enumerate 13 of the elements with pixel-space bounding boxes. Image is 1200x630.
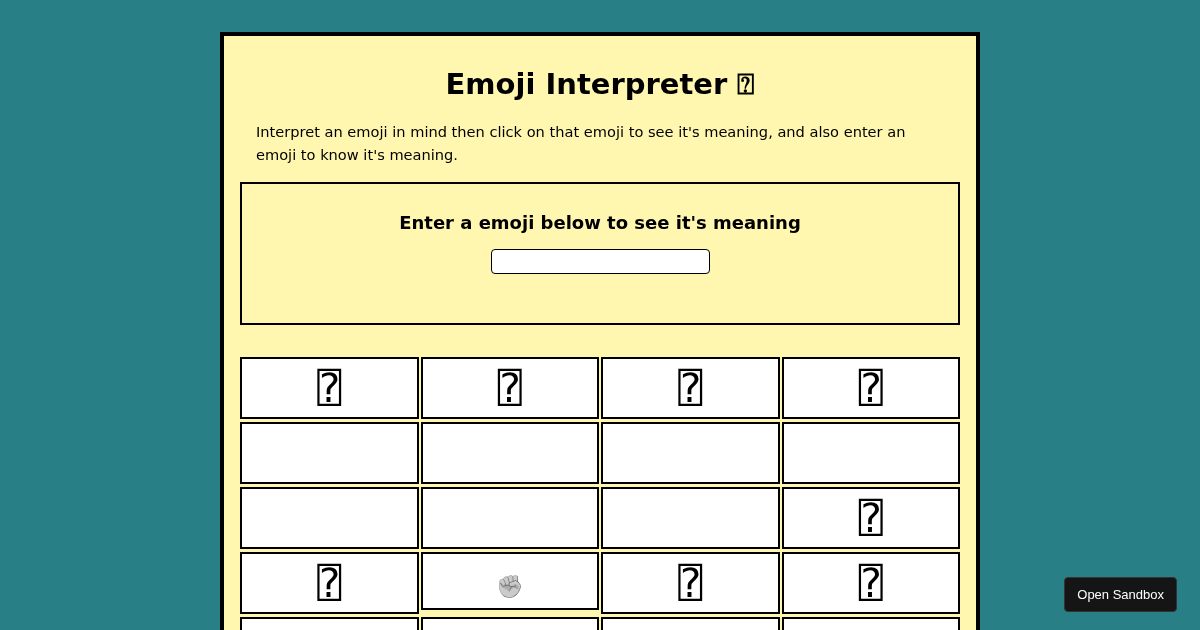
- emoji-input-field[interactable]: [490, 249, 710, 274]
- emoji-cell[interactable]: ⍰: [781, 357, 960, 419]
- emoji-cell[interactable]: ⍰: [601, 552, 780, 614]
- page-title: Emoji Interpreter ⍰: [444, 66, 756, 103]
- open-sandbox-button[interactable]: Open Sandbox: [1064, 577, 1177, 612]
- emoji-cell[interactable]: ⍰: [781, 487, 960, 549]
- input-heading: Enter a emoji below to see it's meaning: [399, 212, 801, 233]
- emoji-cell[interactable]: ⍰: [240, 357, 419, 419]
- description-text: Interpret an emoji in mind then click on that emoji to see it's meaning, and also enter an emoji to know it's meaning.: [256, 122, 907, 165]
- emoji-cell[interactable]: ⍰: [781, 552, 960, 614]
- emoji-cell[interactable]: ⍰: [240, 552, 419, 614]
- emoji-cell[interactable]: ⍰: [420, 357, 599, 419]
- emoji-cell[interactable]: ⍰: [601, 357, 780, 419]
